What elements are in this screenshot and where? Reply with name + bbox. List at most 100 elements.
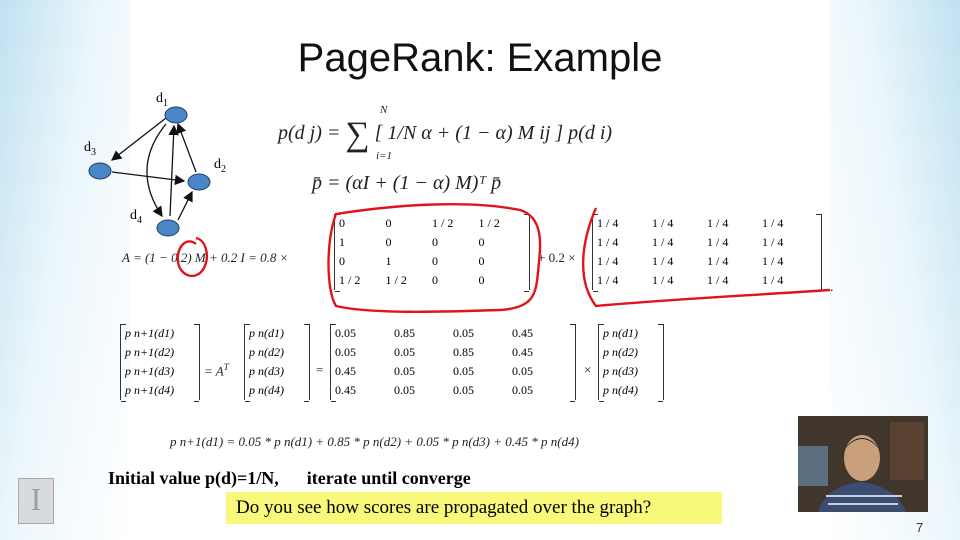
node-label-d1: d1 (156, 91, 168, 109)
uniform-matrix-cell: 1 / 4 (762, 216, 784, 230)
edge-d1-d3 (110, 117, 167, 161)
uniform-matrix: 1 / 41 / 41 / 41 / 41 / 41 / 41 / 41 / 4… (592, 214, 822, 292)
subtitle-caption: Do you see how scores are propagated ove… (226, 492, 722, 524)
link-graph: d1 d2 d3 d4 (84, 91, 226, 237)
uniform-matrix-row: 1 / 4 1 / 4 1 / 4 1 / 4 (597, 252, 817, 271)
matrix-AT-cell: 0.05 (394, 345, 415, 359)
vector-next-entry: p n+1(d4) (125, 383, 175, 397)
vector-current-entry: p n(d1) (603, 326, 638, 340)
page-number: 7 (916, 520, 924, 535)
matrix-AT-cell: 0.05 (394, 364, 415, 378)
vector-current-iteration-right: p n(d1) p n(d2) p n(d3) p n(d4) (598, 324, 664, 402)
uniform-term-operator: + 0.2 × (538, 250, 576, 265)
summation-symbol: ∑ (345, 116, 370, 153)
slide: PageRank: Example d1 d2 d3 d4 p(d j) = ∑… (0, 0, 960, 540)
uniform-matrix-row: 1 / 4 1 / 4 1 / 4 1 / 4 (597, 233, 817, 252)
pagerank-formula-lhs: p(d j) = (278, 122, 346, 144)
matrix-A-transpose: 0.05 0.85 0.05 0.45 0.05 0.05 0.85 0.45 0.45 0.05… (330, 324, 576, 402)
matrix-M-cell: 0 (385, 216, 392, 230)
uniform-matrix-cell: 1 / 4 (652, 216, 674, 230)
matrix-AT-cell: 0.85 (453, 345, 474, 359)
matrix-AT-cell: 0.45 (335, 364, 356, 378)
matrix-AT-row: 0.45 0.05 0.05 0.05 (335, 362, 571, 381)
matrix-M-row: 0 1 0 0 (339, 252, 525, 271)
matrix-AT-cell: 0.05 (335, 345, 356, 359)
initial-value-text: Initial value p(d)=1/N, (108, 468, 279, 488)
uniform-matrix-cell: 1 / 4 (762, 273, 784, 287)
uniform-matrix-cell: 1 / 4 (597, 254, 619, 268)
uniform-matrix-cell: 1 / 4 (762, 254, 784, 268)
iterate-text: iterate until converge (306, 468, 471, 488)
matrix-M-cell: 0 (339, 216, 345, 230)
graph-node-d3 (88, 162, 112, 180)
uniform-matrix-row: 1 / 4 1 / 4 1 / 4 1 / 4 (597, 271, 817, 290)
vector-current-iteration-left: p n(d1) p n(d2) p n(d3) p n(d4) (244, 324, 310, 402)
uniform-matrix-cell: 1 / 4 (707, 273, 729, 287)
matrix-AT-cell: 0.05 (453, 364, 474, 378)
matrix-M-row: 0 0 1 / 2 1 / 2 (339, 214, 525, 233)
initialization-note: Initial value p(d)=1/N, iterate until con… (108, 468, 471, 489)
matrix-AT-cell: 0.05 (335, 326, 356, 340)
edge-d4-d1 (168, 124, 179, 217)
pagerank-formula: p(d j) = ∑ [ 1/N α + (1 − α) M ij ] p(d … (278, 116, 612, 154)
graph-node-d2 (187, 173, 211, 191)
vector-current-entry: p n(d2) (603, 345, 638, 359)
matrix-M-cell: 0 (432, 254, 438, 268)
matrix-AT-cell: 0.05 (512, 383, 533, 397)
at-operator: = AT (204, 362, 229, 379)
uniform-matrix-cell: 1 / 4 (762, 235, 784, 249)
matrix-M-cell: 1 / 2 (339, 273, 361, 287)
vector-next-entry: p n+1(d2) (125, 345, 175, 359)
presenter-webcam (798, 416, 928, 512)
expanded-update-equation: p n+1(d1) = 0.05 * p n(d1) + 0.85 * p n(… (170, 434, 579, 449)
node-label-d3: d3 (84, 140, 96, 158)
slide-title: PageRank: Example (297, 36, 663, 80)
node-label-d2: d2 (214, 157, 226, 175)
matrix-AT-cell: 0.05 (453, 326, 474, 340)
matrix-M-cell: 1 / 2 (478, 216, 500, 230)
multiply-sign: × (584, 362, 592, 377)
matrix-AT-cell: 0.05 (394, 383, 415, 397)
presenter-face (844, 435, 880, 481)
vector-next-iteration: p n+1(d1) p n+1(d2) p n+1(d3) p n+1(d4) (120, 324, 200, 402)
matrix-AT-cell: 0.05 (512, 364, 533, 378)
vector-current-entry: p n(d1) (249, 326, 284, 340)
edge-d4-d2 (177, 190, 193, 221)
matrix-M-cell: 1 (339, 235, 345, 249)
uniform-matrix-cell: 1 / 4 (707, 216, 729, 230)
vector-current-entry: p n(d3) (249, 364, 284, 378)
matrix-M-cell: 1 / 2 (432, 216, 454, 230)
matrix-M-cell: 0 (478, 235, 485, 249)
graph-node-d4 (156, 219, 180, 237)
summation-lower-limit: i=1 (376, 150, 392, 162)
vector-current-entry: p n(d2) (249, 345, 284, 359)
uniform-matrix-cell: 1 / 4 (652, 254, 674, 268)
matrix-AT-row: 0.45 0.05 0.05 0.05 (335, 381, 571, 400)
webcam-window (798, 446, 828, 486)
matrix-M-cell: 0 (478, 254, 485, 268)
matrix-AT-cell: 0.85 (394, 326, 415, 340)
vector-current-entry: p n(d3) (603, 364, 638, 378)
matrix-AT-cell: 0.45 (512, 345, 533, 359)
matrix-M-cell: 0 (432, 273, 438, 287)
pagerank-formula-rhs: [ 1/N α + (1 − α) M ij ] p(d i) (374, 122, 613, 144)
matrix-M-row: 1 0 0 0 (339, 233, 525, 252)
matrix-AT-row: 0.05 0.85 0.05 0.45 (335, 324, 571, 343)
logo-glyph-icon: I (30, 481, 42, 517)
equals-sign: = (316, 362, 324, 377)
a-matrix-definition: A = (1 − 0.2) M + 0.2 I = 0.8 × (122, 250, 289, 265)
matrix-AT-cell: 0.45 (512, 326, 533, 340)
uniform-matrix-cell: 1 / 4 (707, 254, 729, 268)
vector-current-entry: p n(d4) (249, 383, 284, 397)
uniform-matrix-cell: 1 / 4 (707, 235, 729, 249)
vector-next-entry: p n+1(d1) (125, 326, 175, 340)
webcam-bookshelf (890, 422, 924, 480)
edge-d1-d4 (146, 123, 167, 218)
matrix-M-cell: 0 (339, 254, 345, 268)
uniform-matrix-cell: 1 / 4 (652, 235, 674, 249)
matrix-form-formula: p̄ = (αI + (1 − α) M)ᵀ p̄ (312, 172, 502, 194)
matrix-M-cell: 0 (432, 235, 438, 249)
matrix-M-cell: 1 / 2 (385, 273, 407, 287)
vector-current-entry: p n(d4) (603, 383, 638, 397)
matrix-M-row: 1 / 2 1 / 2 0 0 (339, 271, 525, 290)
